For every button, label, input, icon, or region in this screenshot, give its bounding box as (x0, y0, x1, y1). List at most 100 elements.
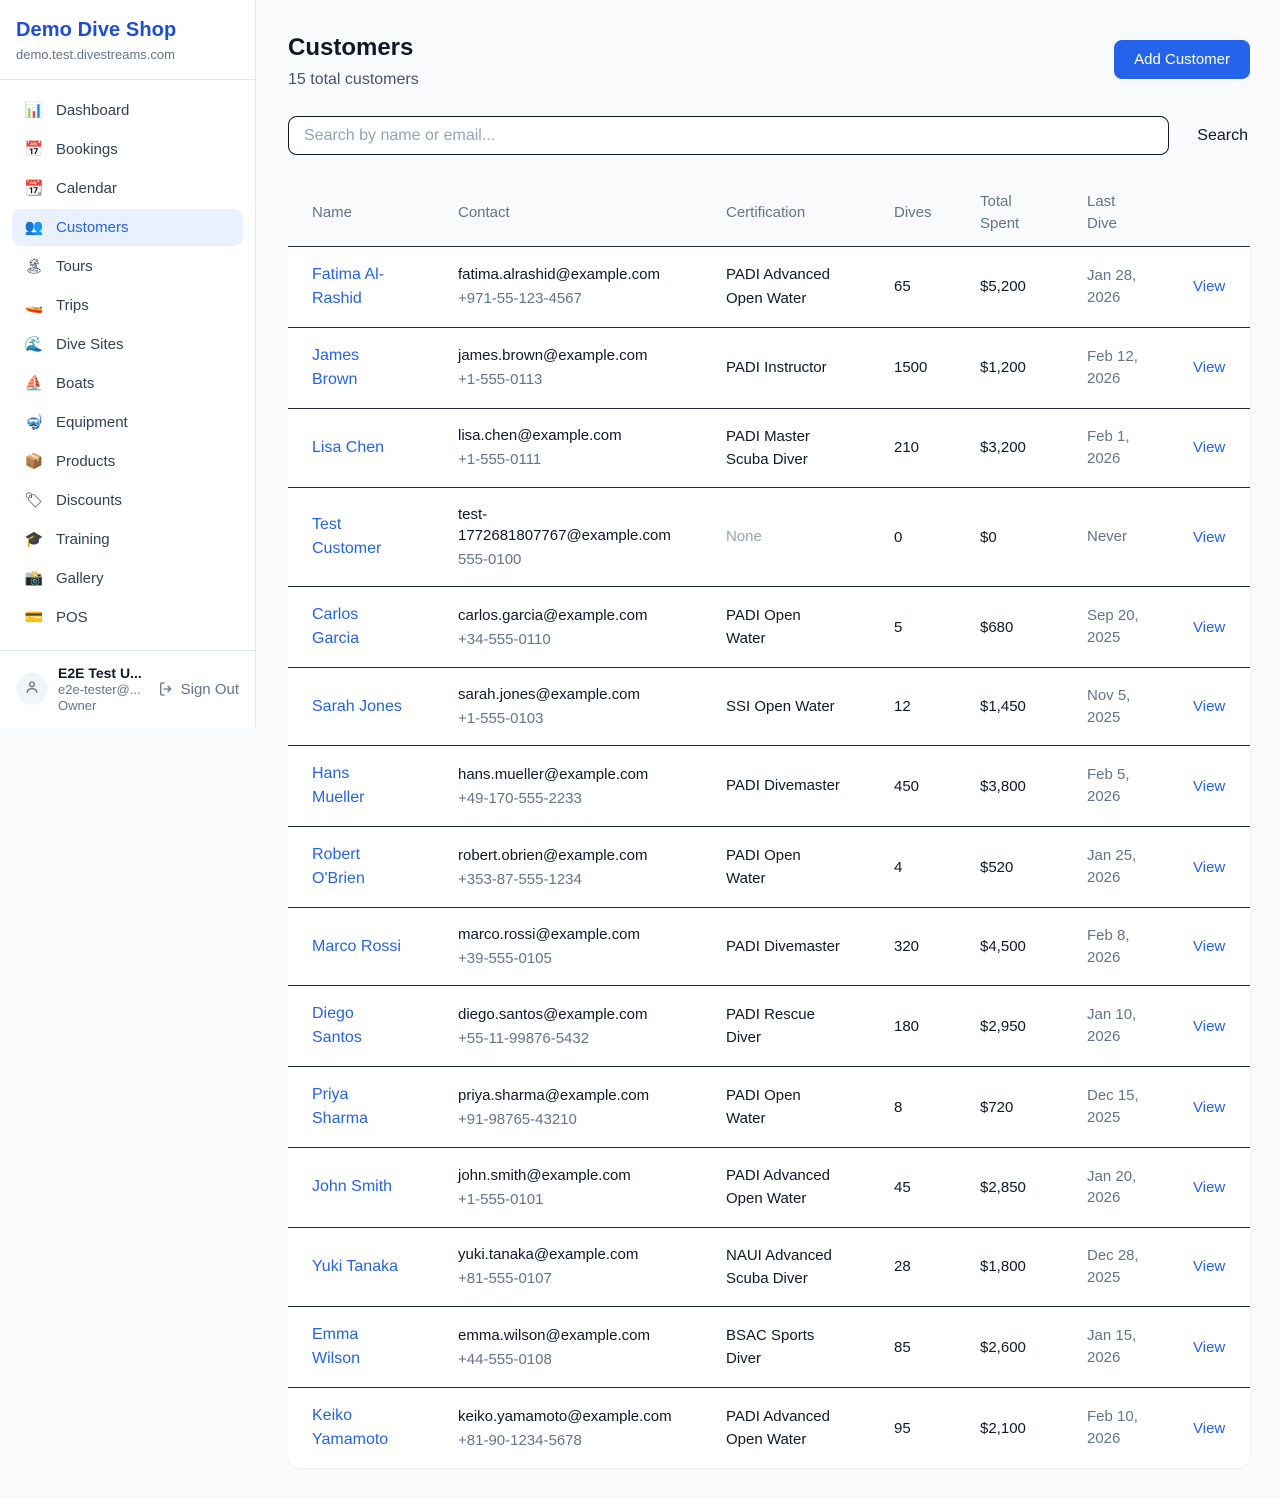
sign-out-button[interactable]: Sign Out (158, 681, 239, 698)
customer-total-spent: $1,800 (980, 1227, 1087, 1307)
sidebar-item-products[interactable]: 📦 Products (12, 443, 243, 480)
view-link[interactable]: View (1193, 529, 1225, 546)
sidebar-item-calendar[interactable]: 📆 Calendar (12, 170, 243, 207)
customer-certification: PADI Instructor (726, 356, 844, 379)
customer-total-spent: $520 (980, 827, 1087, 908)
customer-name-link[interactable]: Robert O'Brien (312, 843, 402, 891)
customer-total-spent: $4,500 (980, 908, 1087, 986)
customer-name-link[interactable]: Priya Sharma (312, 1083, 402, 1131)
customer-email: carlos.garcia@example.com (458, 605, 673, 626)
graduation-cap-icon: 🎓 (24, 532, 44, 547)
customer-email: diego.santos@example.com (458, 1004, 673, 1025)
customer-dives: 0 (894, 488, 980, 587)
customer-name-link[interactable]: James Brown (312, 344, 402, 392)
customer-phone: +971-55-123-4567 (458, 288, 718, 309)
page-header: Customers 15 total customers Add Custome… (288, 34, 1250, 89)
sidebar-item-training[interactable]: 🎓 Training (12, 521, 243, 558)
view-link[interactable]: View (1193, 1420, 1225, 1437)
customer-name-link[interactable]: Marco Rossi (312, 935, 402, 959)
table-row: Robert O'Brien robert.obrien@example.com… (288, 827, 1250, 908)
search-input[interactable] (288, 116, 1169, 155)
customer-email: sarah.jones@example.com (458, 684, 673, 705)
customer-email: emma.wilson@example.com (458, 1325, 673, 1346)
sidebar-item-dashboard[interactable]: 📊 Dashboard (12, 92, 243, 129)
table-row: Lisa Chen lisa.chen@example.com +1-555-0… (288, 408, 1250, 488)
view-link[interactable]: View (1193, 778, 1225, 795)
view-link[interactable]: View (1193, 439, 1225, 456)
customer-dives: 5 (894, 587, 980, 668)
view-link[interactable]: View (1193, 1099, 1225, 1116)
customer-name-link[interactable]: Carlos Garcia (312, 603, 402, 651)
view-link[interactable]: View (1193, 1179, 1225, 1196)
avatar (16, 673, 48, 705)
view-link[interactable]: View (1193, 938, 1225, 955)
view-link[interactable]: View (1193, 359, 1225, 376)
sidebar-item-customers[interactable]: 👥 Customers (12, 209, 243, 246)
customer-phone: 555-0100 (458, 549, 718, 570)
customer-total-spent: $2,950 (980, 986, 1087, 1067)
sidebar-item-gallery[interactable]: 📸 Gallery (12, 560, 243, 597)
shop-name: Demo Dive Shop (16, 19, 239, 42)
add-customer-button[interactable]: Add Customer (1114, 40, 1250, 79)
diving-mask-icon: 🤿 (24, 415, 44, 430)
customer-name-link[interactable]: John Smith (312, 1175, 402, 1199)
customer-phone: +1-555-0101 (458, 1189, 718, 1210)
customer-dives: 85 (894, 1307, 980, 1388)
customer-phone: +1-555-0103 (458, 708, 718, 729)
customer-certification: PADI Master Scuba Diver (726, 425, 844, 472)
customer-phone: +55-11-99876-5432 (458, 1028, 718, 1049)
view-link[interactable]: View (1193, 1339, 1225, 1356)
customer-total-spent: $2,850 (980, 1148, 1087, 1228)
customer-name-link[interactable]: Hans Mueller (312, 762, 402, 810)
customer-email: james.brown@example.com (458, 345, 673, 366)
view-link[interactable]: View (1193, 619, 1225, 636)
customer-certification: SSI Open Water (726, 695, 844, 718)
main-content: Customers 15 total customers Add Custome… (256, 0, 1280, 1498)
customer-total-spent: $2,600 (980, 1307, 1087, 1388)
search-button[interactable]: Search (1195, 127, 1250, 145)
sidebar-item-dive-sites[interactable]: 🌊 Dive Sites (12, 326, 243, 363)
customer-name-link[interactable]: Lisa Chen (312, 436, 402, 460)
customer-name-link[interactable]: Sarah Jones (312, 695, 402, 719)
customer-certification: PADI Open Water (726, 844, 844, 891)
customer-name-link[interactable]: Emma Wilson (312, 1323, 402, 1371)
sidebar-item-bookings[interactable]: 📅 Bookings (12, 131, 243, 168)
view-link[interactable]: View (1193, 698, 1225, 715)
sidebar: Demo Dive Shop demo.test.divestreams.com… (0, 0, 256, 727)
table-row: Priya Sharma priya.sharma@example.com +9… (288, 1067, 1250, 1148)
sidebar-item-boats[interactable]: ⛵ Boats (12, 365, 243, 402)
view-link[interactable]: View (1193, 278, 1225, 295)
customer-phone: +34-555-0110 (458, 629, 718, 650)
customer-name-link[interactable]: Yuki Tanaka (312, 1255, 402, 1279)
view-link[interactable]: View (1193, 1258, 1225, 1275)
customer-name-link[interactable]: Test Customer (312, 513, 402, 561)
customer-last-dive: Jan 28, 2026 (1087, 265, 1151, 309)
sidebar-item-equipment[interactable]: 🤿 Equipment (12, 404, 243, 441)
table-row: James Brown james.brown@example.com +1-5… (288, 327, 1250, 408)
customer-dives: 65 (894, 246, 980, 327)
sidebar-item-discounts[interactable]: 🏷 Discounts (12, 482, 243, 519)
sidebar-item-tours[interactable]: 🏝 Tours (12, 248, 243, 285)
customer-last-dive: Feb 8, 2026 (1087, 925, 1151, 969)
customer-phone: +44-555-0108 (458, 1349, 718, 1370)
table-row: Emma Wilson emma.wilson@example.com +44-… (288, 1307, 1250, 1388)
view-link[interactable]: View (1193, 859, 1225, 876)
sailboat-icon: ⛵ (24, 376, 44, 391)
customer-name-link[interactable]: Keiko Yamamoto (312, 1404, 402, 1452)
column-header-actions (1193, 180, 1250, 246)
customer-certification: BSAC Sports Diver (726, 1324, 844, 1371)
table-row: Diego Santos diego.santos@example.com +5… (288, 986, 1250, 1067)
customer-phone: +81-555-0107 (458, 1268, 718, 1289)
customer-last-dive: Nov 5, 2025 (1087, 685, 1151, 729)
customer-name-link[interactable]: Fatima Al-Rashid (312, 263, 402, 311)
sidebar-item-pos[interactable]: 💳 POS (12, 599, 243, 636)
sign-out-label: Sign Out (181, 681, 239, 698)
customer-total-spent: $2,100 (980, 1388, 1087, 1469)
customer-dives: 180 (894, 986, 980, 1067)
customer-total-spent: $680 (980, 587, 1087, 668)
view-link[interactable]: View (1193, 1018, 1225, 1035)
customer-name-link[interactable]: Diego Santos (312, 1002, 402, 1050)
customer-phone: +91-98765-43210 (458, 1109, 718, 1130)
sidebar-item-trips[interactable]: 🚤 Trips (12, 287, 243, 324)
customer-last-dive: Jan 25, 2026 (1087, 845, 1151, 889)
